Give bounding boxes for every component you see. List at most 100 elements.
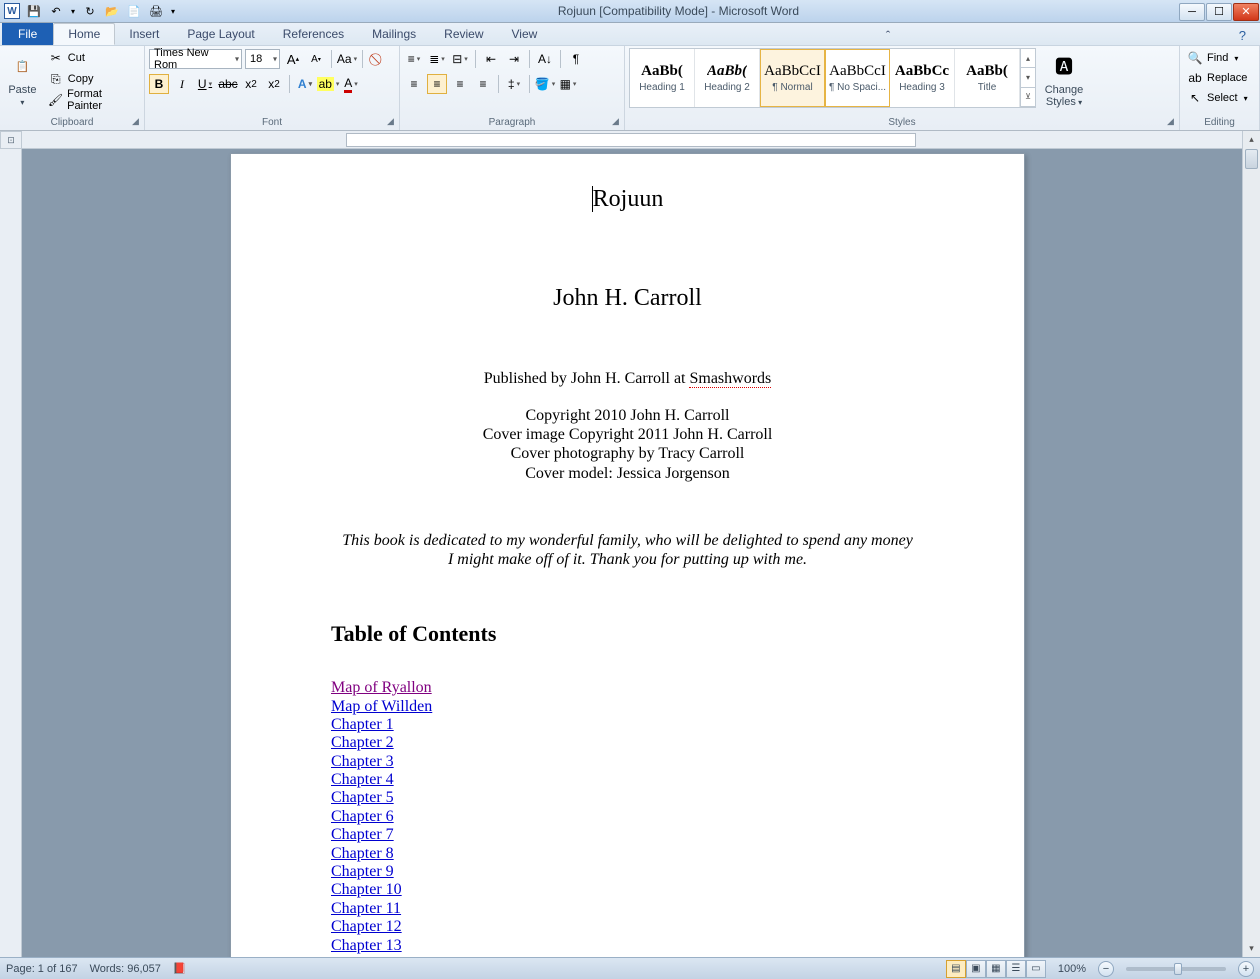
line-spacing-button[interactable]: ‡: [504, 74, 524, 94]
document-page[interactable]: Rojuun John H. Carroll Published by John…: [230, 153, 1025, 957]
tab-mailings[interactable]: Mailings: [358, 23, 430, 45]
bold-button[interactable]: B: [149, 74, 169, 94]
style-item--normal[interactable]: AaBbCcI¶ Normal: [760, 49, 825, 107]
zoom-in-button[interactable]: +: [1238, 961, 1254, 977]
tab-home[interactable]: Home: [53, 23, 115, 45]
web-layout-view[interactable]: ▦: [986, 960, 1006, 978]
horizontal-ruler[interactable]: [22, 131, 1242, 149]
scroll-up-button[interactable]: ▴: [1243, 131, 1260, 148]
clear-formatting-button[interactable]: ⃠: [368, 49, 388, 69]
tab-review[interactable]: Review: [430, 23, 497, 45]
undo-button[interactable]: ↶: [46, 1, 66, 21]
align-center-button[interactable]: ≡: [427, 74, 447, 94]
scroll-down-button[interactable]: ▾: [1243, 940, 1260, 957]
shading-button[interactable]: 🪣: [535, 74, 555, 94]
paragraph-launcher[interactable]: ◢: [609, 115, 622, 128]
page-status[interactable]: Page: 1 of 167: [6, 963, 78, 975]
style-item-title[interactable]: AaBb(Title: [955, 49, 1020, 107]
cut-button[interactable]: ✂Cut: [45, 48, 140, 68]
style-item-heading-3[interactable]: AaBbCcHeading 3: [890, 49, 955, 107]
toc-link[interactable]: Chapter 12: [331, 918, 924, 936]
underline-button[interactable]: U: [195, 74, 215, 94]
align-left-button[interactable]: ≡: [404, 74, 424, 94]
close-button[interactable]: ✕: [1233, 3, 1259, 21]
toc-link[interactable]: Chapter 3: [331, 753, 924, 771]
change-styles-button[interactable]: 🅰 Change Styles ▾: [1040, 48, 1088, 110]
redo-button[interactable]: ↻: [80, 1, 100, 21]
help-icon[interactable]: ?: [1233, 26, 1252, 45]
align-right-button[interactable]: ≡: [450, 74, 470, 94]
zoom-out-button[interactable]: −: [1098, 961, 1114, 977]
copy-button[interactable]: ⎘Copy: [45, 69, 140, 89]
full-screen-view[interactable]: ▣: [966, 960, 986, 978]
toc-link[interactable]: Chapter 13: [331, 937, 924, 955]
superscript-button[interactable]: x2: [264, 74, 284, 94]
zoom-knob[interactable]: [1174, 963, 1182, 975]
outline-view[interactable]: ☰: [1006, 960, 1026, 978]
font-launcher[interactable]: ◢: [384, 115, 397, 128]
find-button[interactable]: 🔍Find▾: [1184, 48, 1241, 68]
strikethrough-button[interactable]: abc: [218, 74, 238, 94]
decrease-indent-button[interactable]: ⇤: [481, 49, 501, 69]
toc-link[interactable]: Chapter 11: [331, 900, 924, 918]
save-button[interactable]: 💾: [24, 1, 44, 21]
justify-button[interactable]: ≡: [473, 74, 493, 94]
toc-link[interactable]: Map of Ryallon: [331, 679, 924, 697]
toc-link[interactable]: Map of Willden: [331, 698, 924, 716]
toc-link[interactable]: Chapter 4: [331, 771, 924, 789]
shrink-font-button[interactable]: A▾: [306, 49, 326, 69]
vertical-scrollbar[interactable]: ▴ ▾: [1242, 131, 1260, 957]
styles-launcher[interactable]: ◢: [1164, 115, 1177, 128]
tab-insert[interactable]: Insert: [115, 23, 173, 45]
sort-button[interactable]: A↓: [535, 49, 555, 69]
open-button[interactable]: 📂: [102, 1, 122, 21]
word-icon[interactable]: W: [2, 1, 22, 21]
clipboard-launcher[interactable]: ◢: [129, 115, 142, 128]
highlight-button[interactable]: ab: [318, 74, 338, 94]
toc-link[interactable]: Chapter 8: [331, 845, 924, 863]
paste-button[interactable]: 📋 Paste▾: [4, 48, 41, 110]
font-name-select[interactable]: Times New Rom▾: [149, 49, 242, 69]
ruler-corner[interactable]: ⊡: [0, 131, 22, 149]
select-button[interactable]: ↖Select▾: [1184, 88, 1251, 108]
show-marks-button[interactable]: ¶: [566, 49, 586, 69]
font-size-select[interactable]: 18▾: [245, 49, 280, 69]
font-color-button[interactable]: A: [341, 74, 361, 94]
scroll-thumb[interactable]: [1245, 149, 1258, 169]
subscript-button[interactable]: x2: [241, 74, 261, 94]
word-count[interactable]: Words: 96,057: [90, 963, 161, 975]
proofing-status-icon[interactable]: 📕: [173, 962, 187, 975]
zoom-slider[interactable]: [1126, 967, 1226, 971]
increase-indent-button[interactable]: ⇥: [504, 49, 524, 69]
toc-link[interactable]: Chapter 1: [331, 716, 924, 734]
replace-button[interactable]: abReplace: [1184, 68, 1250, 88]
italic-button[interactable]: I: [172, 74, 192, 94]
zoom-level[interactable]: 100%: [1058, 963, 1086, 975]
qat-customize-dropdown[interactable]: ▾: [168, 1, 178, 21]
ribbon-help-button[interactable]: ˆ: [880, 26, 896, 45]
undo-dropdown[interactable]: ▾: [68, 1, 78, 21]
toc-link[interactable]: Chapter 9: [331, 863, 924, 881]
borders-button[interactable]: ▦: [558, 74, 578, 94]
toc-link[interactable]: Chapter 2: [331, 734, 924, 752]
toc-link[interactable]: Chapter 10: [331, 881, 924, 899]
grow-font-button[interactable]: A▴: [283, 49, 303, 69]
text-effects-button[interactable]: A: [295, 74, 315, 94]
draft-view[interactable]: ▭: [1026, 960, 1046, 978]
print-preview-button[interactable]: 🖨: [146, 1, 166, 21]
format-painter-button[interactable]: 🖌Format Painter: [45, 90, 140, 110]
tab-references[interactable]: References: [269, 23, 358, 45]
style-item--no-spaci-[interactable]: AaBbCcI¶ No Spaci...: [825, 49, 890, 107]
minimize-button[interactable]: ─: [1179, 3, 1205, 21]
new-button[interactable]: 📄: [124, 1, 144, 21]
toc-link[interactable]: Chapter 7: [331, 826, 924, 844]
style-item-heading-1[interactable]: AaBb(Heading 1: [630, 49, 695, 107]
styles-scroll-up[interactable]: ▴: [1021, 49, 1035, 68]
bullets-button[interactable]: ≡: [404, 49, 424, 69]
tab-view[interactable]: View: [498, 23, 552, 45]
numbering-button[interactable]: ≣: [427, 49, 447, 69]
vertical-ruler[interactable]: [0, 149, 22, 957]
print-layout-view[interactable]: ▤: [946, 960, 966, 978]
multilevel-button[interactable]: ⊟: [450, 49, 470, 69]
maximize-button[interactable]: ☐: [1206, 3, 1232, 21]
